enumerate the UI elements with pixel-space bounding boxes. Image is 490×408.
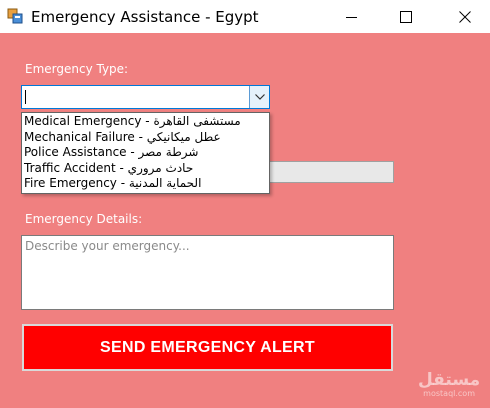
close-icon (459, 10, 471, 23)
send-emergency-alert-button[interactable]: SEND EMERGENCY ALERT (22, 324, 393, 371)
dropdown-toggle[interactable] (249, 86, 269, 108)
watermark-domain: mostaql.com (423, 389, 475, 398)
emergency-details-textarea[interactable]: Describe your emergency... (21, 235, 394, 310)
dropdown-option-medical[interactable]: Medical Emergency - مستشفى القاهرة (22, 114, 269, 130)
maximize-icon (400, 10, 412, 23)
emergency-type-dropdown-list: Medical Emergency - مستشفى القاهرة Mecha… (21, 112, 270, 194)
emergency-type-label: Emergency Type: (25, 62, 129, 76)
minimize-icon (346, 16, 357, 18)
dropdown-option-police[interactable]: Police Assistance - شرطة مصر (22, 145, 269, 161)
text-caret (25, 90, 26, 104)
dropdown-option-mechanical[interactable]: Mechanical Failure - عطل ميكانيكي (22, 130, 269, 146)
emergency-type-combobox[interactable] (21, 85, 270, 109)
dropdown-option-traffic[interactable]: Traffic Accident - حادث مروري (22, 161, 269, 177)
dropdown-option-fire[interactable]: Fire Emergency - الحماية المدنية (22, 176, 269, 192)
window-title: Emergency Assistance - Egypt (31, 8, 259, 26)
close-button[interactable] (442, 0, 488, 33)
watermark-logo-text: مستقل (418, 370, 481, 390)
minimize-button[interactable] (329, 0, 375, 33)
chevron-down-icon (254, 94, 265, 100)
emergency-details-label: Emergency Details: (25, 212, 143, 226)
app-icon (7, 8, 23, 24)
mostaql-watermark: مستقل mostaql.com (418, 370, 481, 399)
title-bar: Emergency Assistance - Egypt (0, 0, 490, 33)
details-placeholder: Describe your emergency... (25, 239, 190, 253)
maximize-button[interactable] (383, 0, 429, 33)
